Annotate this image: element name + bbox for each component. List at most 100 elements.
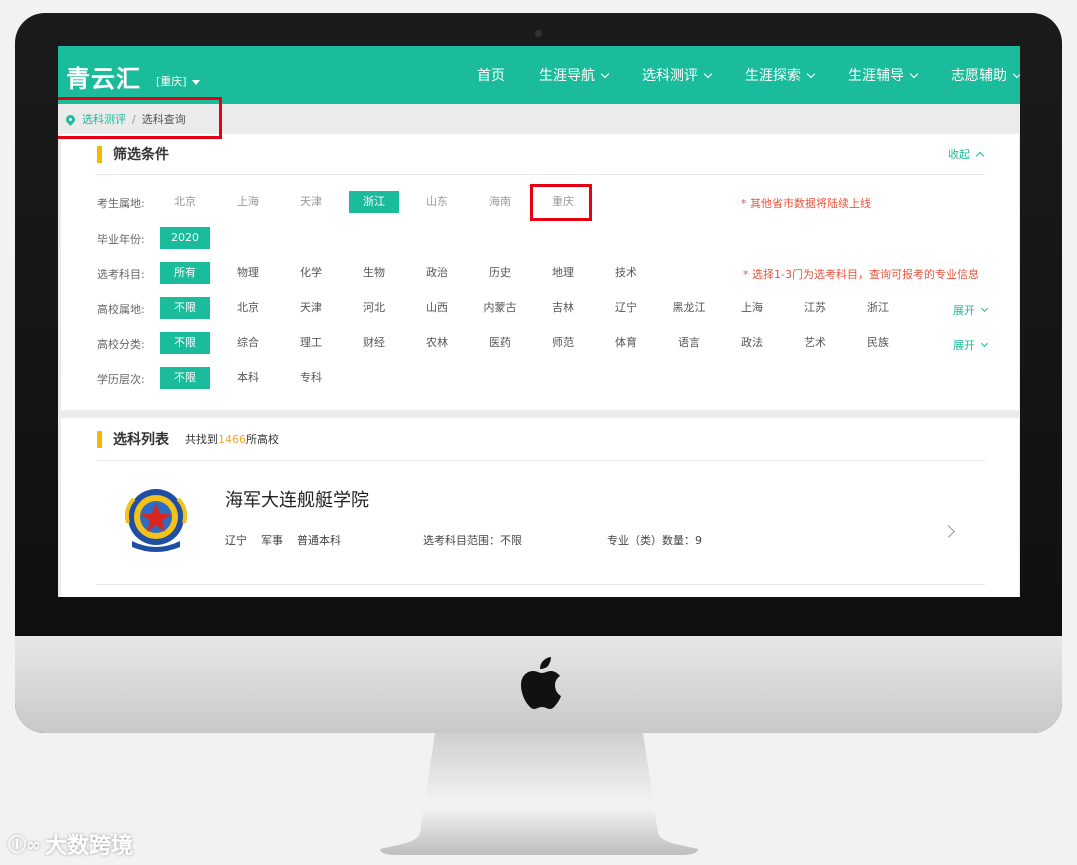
row-label: 选考科目: [97,268,145,281]
option-loc[interactable]: 辽宁 [601,297,651,319]
menu-label: 生涯辅导 [848,68,904,84]
option-zhejiang[interactable]: 浙江 [349,191,399,213]
collapse-label: 收起 [948,148,970,161]
expand-button[interactable]: 展开 [953,302,989,318]
filter-row-school-type: 高校分类: 不限 综合 理工 财经 农林 医药 师范 体育 语言 政法 艺术 民… [97,332,989,354]
option-unlimited[interactable]: 不限 [160,367,210,389]
highlight-box-chongqing [530,184,592,221]
option-associate[interactable]: 专科 [286,367,336,389]
count-prefix: 共找到 [185,433,218,446]
chevron-down-icon [980,304,989,313]
filter-title: 筛选条件 [97,144,169,164]
chevron-down-icon [703,69,713,78]
option-shandong[interactable]: 山东 [412,191,462,213]
option-loc[interactable]: 天津 [286,297,336,319]
option-loc[interactable]: 吉林 [538,297,588,319]
list-title: 选科列表 共找到1466所高校 [97,429,279,449]
option-history[interactable]: 历史 [475,262,525,284]
option-type[interactable]: 语言 [664,332,714,354]
chevron-down-icon [1012,69,1020,78]
apple-logo-icon [521,657,561,709]
option-all[interactable]: 所有 [160,262,210,284]
divider [97,460,985,461]
result-count: 共找到1466所高校 [185,431,279,447]
row-label: 考生属地: [97,197,145,210]
menu-item-career-guidance[interactable]: 生涯辅导 [848,65,919,85]
option-type[interactable]: 民族 [853,332,903,354]
menu-item-subject-eval[interactable]: 选科测评 [642,65,713,85]
row-label: 毕业年份: [97,233,145,246]
option-biology[interactable]: 生物 [349,262,399,284]
menu-label: 首页 [477,68,505,84]
row-label: 学历层次: [97,373,145,386]
camera-icon [535,30,542,37]
top-nav: 青云汇 [重庆] 首页 生涯导航 选科测评 生涯探索 生涯辅导 志愿辅助 [58,46,1020,104]
count-number: 1466 [218,433,246,446]
option-loc[interactable]: 河北 [349,297,399,319]
option-bachelor[interactable]: 本科 [223,367,273,389]
option-type[interactable]: 医药 [475,332,525,354]
option-geography[interactable]: 地理 [538,262,588,284]
option-type[interactable]: 理工 [286,332,336,354]
option-technology[interactable]: 技术 [601,262,651,284]
expand-label: 展开 [953,304,975,317]
city-selector[interactable]: [重庆] [156,73,200,89]
school-name[interactable]: 海军大连舰艇学院 [225,486,369,512]
option-loc[interactable]: 黑龙江 [664,297,714,319]
caret-down-icon [191,79,200,85]
menu-label: 选科测评 [642,68,698,84]
menu-item-career-explore[interactable]: 生涯探索 [745,65,816,85]
school-category: 军事 [261,534,283,547]
section-accent-bar [97,145,102,163]
option-2020[interactable]: 2020 [160,227,210,249]
option-loc[interactable]: 上海 [727,297,777,319]
option-loc[interactable]: 内蒙古 [475,297,525,319]
option-unlimited[interactable]: 不限 [160,332,210,354]
option-politics[interactable]: 政治 [412,262,462,284]
option-loc[interactable]: 浙江 [853,297,903,319]
chevron-right-icon[interactable] [942,525,955,538]
highlight-box-breadcrumb [58,97,222,139]
row-label: 高校分类: [97,338,145,351]
result-list-panel: 选科列表 共找到1466所高校 海军大连舰艇学院 辽宁 军事 普通本科 选考科目… [61,418,1019,597]
option-tianjin[interactable]: 天津 [286,191,336,213]
option-loc[interactable]: 山西 [412,297,462,319]
option-beijing[interactable]: 北京 [160,191,210,213]
menu-item-home[interactable]: 首页 [477,65,505,85]
option-shanghai[interactable]: 上海 [223,191,273,213]
filter-row-school-location: 高校属地: 不限 北京 天津 河北 山西 内蒙古 吉林 辽宁 黑龙江 上海 江苏… [97,297,989,319]
option-type[interactable]: 师范 [538,332,588,354]
menu-item-career-nav[interactable]: 生涯导航 [539,65,610,85]
option-type[interactable]: 体育 [601,332,651,354]
subjects-note: * 选择1-3门为选考科目，查询可报考的专业信息 [743,268,979,281]
main-menu: 首页 生涯导航 选科测评 生涯探索 生涯辅导 志愿辅助 [477,46,1020,104]
school-level: 普通本科 [297,534,341,547]
site-logo[interactable]: 青云汇 [66,59,141,94]
option-loc[interactable]: 北京 [223,297,273,319]
option-physics[interactable]: 物理 [223,262,273,284]
option-type[interactable]: 艺术 [790,332,840,354]
option-loc[interactable]: 江苏 [790,297,840,319]
watermark-logo-icon: ⓘ∞ [8,835,41,856]
option-type[interactable]: 财经 [349,332,399,354]
filter-row-education-level: 学历层次: 不限 本科 专科 [97,367,987,389]
menu-label: 志愿辅助 [951,68,1007,84]
section-accent-bar [97,430,102,448]
menu-item-application-aid[interactable]: 志愿辅助 [951,65,1020,85]
row-label: 高校属地: [97,303,145,316]
filter-row-subjects: 选考科目: 所有 物理 化学 生物 政治 历史 地理 技术 * 选择1-3门为选… [97,262,987,284]
option-hainan[interactable]: 海南 [475,191,525,213]
chevron-down-icon [980,339,989,348]
option-type[interactable]: 政法 [727,332,777,354]
expand-label: 展开 [953,339,975,352]
expand-button[interactable]: 展开 [953,337,989,353]
chevron-down-icon [806,69,816,78]
city-label: [重庆] [156,75,187,88]
chevron-down-icon [909,69,919,78]
option-unlimited[interactable]: 不限 [160,297,210,319]
option-type[interactable]: 综合 [223,332,273,354]
browser-screen: 青云汇 [重庆] 首页 生涯导航 选科测评 生涯探索 生涯辅导 志愿辅助 选科测… [58,46,1020,597]
option-chemistry[interactable]: 化学 [286,262,336,284]
option-type[interactable]: 农林 [412,332,462,354]
collapse-button[interactable]: 收起 [948,146,985,162]
